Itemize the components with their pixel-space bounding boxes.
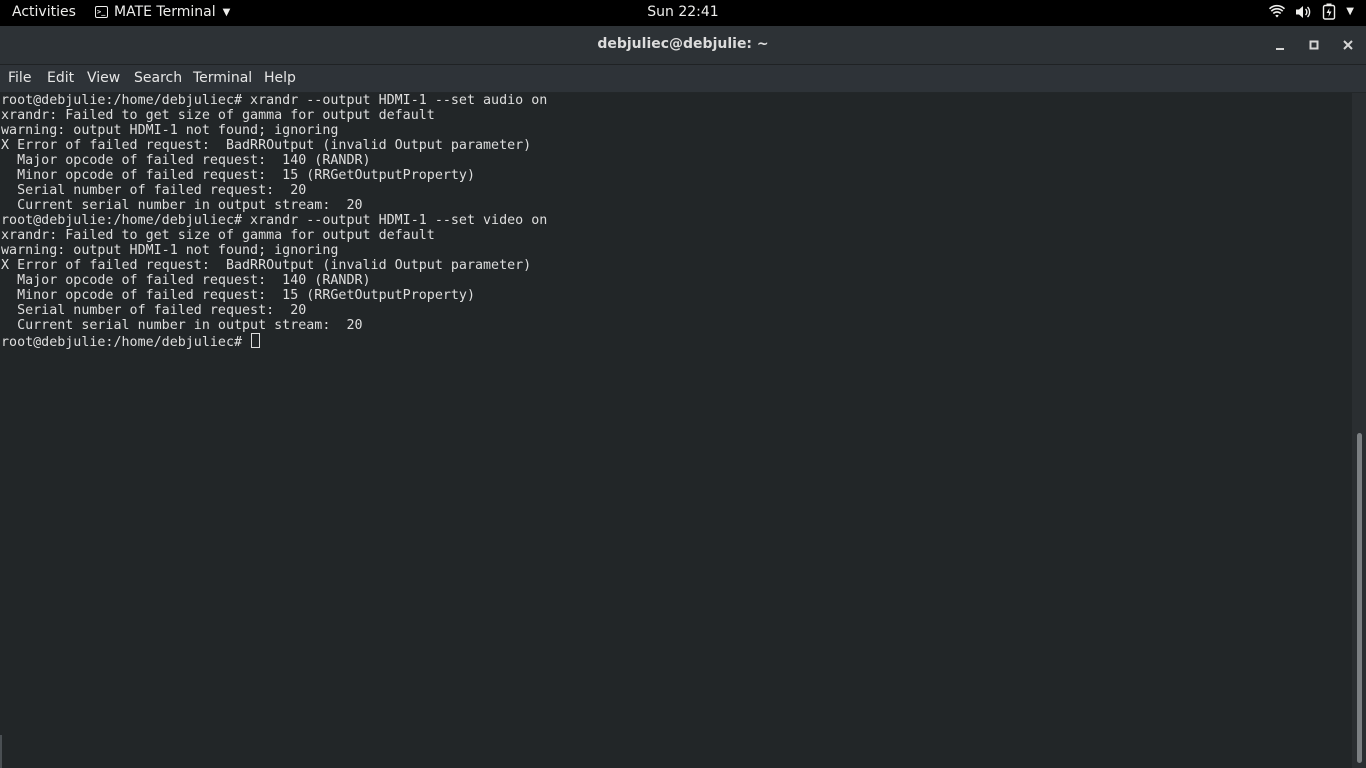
volume-icon[interactable] xyxy=(1295,4,1312,20)
window-titlebar[interactable]: debjuliec@debjulie: ~ xyxy=(0,26,1366,65)
menu-help[interactable]: Help xyxy=(264,70,296,86)
app-menu[interactable]: >_ MATE Terminal ▼ xyxy=(95,4,230,20)
system-tray[interactable]: ▼ xyxy=(1269,3,1354,20)
terminal-line: root@debjulie:/home/debjuliec# xrandr --… xyxy=(1,93,548,108)
activities-button[interactable]: Activities xyxy=(12,4,76,20)
terminal-line: Minor opcode of failed request: 15 (RRGe… xyxy=(1,168,475,183)
terminal-line: Serial number of failed request: 20 xyxy=(1,183,307,198)
terminal-scrollbar[interactable] xyxy=(1352,93,1366,768)
top-bar: Activities >_ MATE Terminal ▼ Sun 22:41 xyxy=(0,0,1366,26)
app-menu-label: MATE Terminal xyxy=(114,4,216,20)
system-menu-caret-icon[interactable]: ▼ xyxy=(1346,6,1354,17)
menu-file[interactable]: File xyxy=(8,70,31,86)
terminal-line: Major opcode of failed request: 140 (RAN… xyxy=(1,273,371,288)
battery-icon[interactable] xyxy=(1322,3,1336,20)
maximize-icon xyxy=(1309,40,1319,50)
window-edge xyxy=(0,735,2,768)
terminal-line: Major opcode of failed request: 140 (RAN… xyxy=(1,153,371,168)
terminal-area[interactable]: root@debjulie:/home/debjuliec# xrandr --… xyxy=(0,93,1352,768)
minimize-icon xyxy=(1276,48,1284,50)
scrollbar-thumb[interactable] xyxy=(1357,433,1362,763)
chevron-down-icon: ▼ xyxy=(222,6,231,18)
terminal-line: warning: output HDMI-1 not found; ignori… xyxy=(1,243,339,258)
menu-terminal[interactable]: Terminal xyxy=(193,70,252,86)
terminal-icon: >_ xyxy=(95,6,108,18)
menu-search[interactable]: Search xyxy=(134,70,182,86)
menu-view[interactable]: View xyxy=(87,70,120,86)
terminal-line: Current serial number in output stream: … xyxy=(1,198,363,213)
menu-edit[interactable]: Edit xyxy=(47,70,74,86)
maximize-button[interactable] xyxy=(1305,36,1323,54)
terminal-prompt: root@debjulie:/home/debjuliec# xyxy=(1,335,251,350)
terminal-line: Serial number of failed request: 20 xyxy=(1,303,307,318)
terminal-line: Minor opcode of failed request: 15 (RRGe… xyxy=(1,288,475,303)
terminal-output[interactable]: root@debjulie:/home/debjuliec# xrandr --… xyxy=(1,93,547,350)
close-button[interactable] xyxy=(1339,36,1357,54)
terminal-line: warning: output HDMI-1 not found; ignori… xyxy=(1,123,339,138)
terminal-line: xrandr: Failed to get size of gamma for … xyxy=(1,108,435,123)
close-icon xyxy=(1343,40,1353,50)
wifi-icon[interactable] xyxy=(1269,4,1286,20)
window-title: debjuliec@debjulie: ~ xyxy=(597,36,769,52)
text-cursor xyxy=(251,333,261,348)
terminal-line: Current serial number in output stream: … xyxy=(1,318,363,333)
terminal-line: root@debjulie:/home/debjuliec# xrandr --… xyxy=(1,213,548,228)
menu-bar: File Edit View Search Terminal Help xyxy=(0,65,1366,92)
terminal-line: X Error of failed request: BadRROutput (… xyxy=(1,138,532,153)
minimize-button[interactable] xyxy=(1271,36,1289,54)
terminal-line: X Error of failed request: BadRROutput (… xyxy=(1,258,532,273)
terminal-line: xrandr: Failed to get size of gamma for … xyxy=(1,228,435,243)
